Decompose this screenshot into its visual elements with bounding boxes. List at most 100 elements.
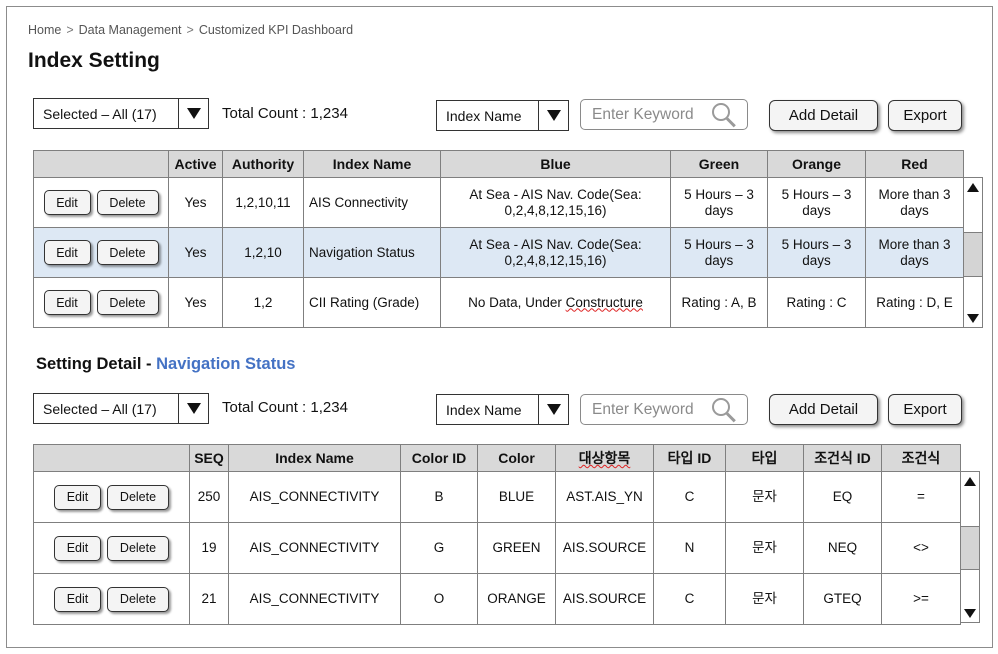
detail-keyword-input[interactable]: Enter Keyword bbox=[580, 394, 748, 425]
cell-condition-id: EQ bbox=[803, 471, 882, 523]
column-header-green[interactable]: Green bbox=[670, 150, 768, 178]
detail-filter-value: Selected – All (17) bbox=[43, 400, 157, 417]
breadcrumb-current: Customized KPI Dashboard bbox=[198, 23, 354, 37]
breadcrumb-separator: > bbox=[66, 23, 74, 37]
cell-orange: 5 Hours – 3 days bbox=[767, 227, 866, 278]
edit-button[interactable]: Edit bbox=[43, 240, 91, 265]
edit-button[interactable]: Edit bbox=[43, 190, 91, 215]
cell-condition: <> bbox=[881, 522, 961, 574]
breadcrumb-separator: > bbox=[186, 23, 194, 37]
cell-authority: 1,2,10,11 bbox=[222, 177, 304, 228]
detail-search-field-select[interactable]: Index Name bbox=[436, 394, 569, 425]
detail-table: SEQ Index Name Color ID Color 대상항목 타입 ID… bbox=[33, 444, 961, 625]
scroll-up-button[interactable] bbox=[964, 178, 982, 196]
search-icon[interactable] bbox=[711, 102, 737, 128]
detail-table-scrollbar[interactable] bbox=[960, 471, 980, 623]
cell-index-name: CII Rating (Grade) bbox=[303, 277, 441, 328]
cell-index-name: AIS_CONNECTIVITY bbox=[228, 573, 401, 625]
cell-color-id: G bbox=[400, 522, 478, 574]
cell-target: AIS.SOURCE bbox=[555, 573, 654, 625]
column-header-red[interactable]: Red bbox=[865, 150, 964, 178]
cell-seq: 250 bbox=[189, 471, 229, 523]
cell-condition-id: GTEQ bbox=[803, 573, 882, 625]
delete-button[interactable]: Delete bbox=[107, 484, 169, 510]
cell-active: Yes bbox=[168, 227, 223, 278]
dropdown-arrow-icon[interactable] bbox=[178, 99, 208, 128]
table-row[interactable]: Edit Delete Yes 1,2 CII Rating (Grade) N… bbox=[33, 277, 964, 328]
dropdown-arrow-icon[interactable] bbox=[538, 101, 568, 130]
table-row[interactable]: Edit Delete Yes 1,2,10,11 AIS Connectivi… bbox=[33, 177, 964, 228]
detail-total-count: Total Count : 1,234 bbox=[222, 399, 348, 416]
table-row-selected[interactable]: Edit Delete Yes 1,2,10 Navigation Status… bbox=[33, 227, 964, 278]
index-search-field-select[interactable]: Index Name bbox=[436, 100, 569, 131]
column-header-condition[interactable]: 조건식 bbox=[881, 444, 961, 472]
cell-green: Rating : A, B bbox=[670, 277, 768, 328]
search-icon[interactable] bbox=[711, 397, 737, 423]
spellcheck-word: Constructure bbox=[565, 294, 643, 310]
delete-button[interactable]: Delete bbox=[96, 290, 159, 315]
table-row[interactable]: Edit Delete 21 AIS_CONNECTIVITY O ORANGE… bbox=[33, 573, 961, 625]
column-header-index-name[interactable]: Index Name bbox=[228, 444, 401, 472]
breadcrumb: Home > Data Management > Customized KPI Dash… bbox=[28, 23, 353, 37]
column-header-type-id[interactable]: 타입 ID bbox=[653, 444, 726, 472]
cell-index-name: AIS_CONNECTIVITY bbox=[228, 471, 401, 523]
detail-section-title: Setting Detail - Navigation Status bbox=[36, 355, 295, 374]
detail-add-detail-button[interactable]: Add Detail bbox=[769, 394, 878, 425]
cell-type: 문자 bbox=[725, 522, 804, 574]
export-button[interactable]: Export bbox=[888, 100, 962, 131]
column-header-orange[interactable]: Orange bbox=[767, 150, 866, 178]
scroll-up-button[interactable] bbox=[961, 472, 979, 490]
column-header-authority[interactable]: Authority bbox=[222, 150, 304, 178]
cell-active: Yes bbox=[168, 277, 223, 328]
dropdown-arrow-icon[interactable] bbox=[178, 394, 208, 423]
index-total-count: Total Count : 1,234 bbox=[222, 105, 348, 122]
table-row[interactable]: Edit Delete 19 AIS_CONNECTIVITY G GREEN … bbox=[33, 522, 961, 574]
column-header-color[interactable]: Color bbox=[477, 444, 556, 472]
cell-index-name: Navigation Status bbox=[303, 227, 441, 278]
column-header-seq[interactable]: SEQ bbox=[189, 444, 229, 472]
dropdown-arrow-icon[interactable] bbox=[538, 395, 568, 424]
delete-button[interactable]: Delete bbox=[96, 240, 159, 265]
scrollbar-thumb[interactable] bbox=[964, 232, 982, 277]
column-header-type[interactable]: 타입 bbox=[725, 444, 804, 472]
scroll-down-button[interactable] bbox=[964, 309, 982, 327]
cell-color-id: B bbox=[400, 471, 478, 523]
column-header-target[interactable]: 대상항목 bbox=[555, 444, 654, 472]
column-header-index-name[interactable]: Index Name bbox=[303, 150, 441, 178]
index-keyword-input[interactable]: Enter Keyword bbox=[580, 99, 748, 130]
cell-condition: = bbox=[881, 471, 961, 523]
cell-seq: 19 bbox=[189, 522, 229, 574]
cell-active: Yes bbox=[168, 177, 223, 228]
cell-type-id: C bbox=[653, 471, 726, 523]
column-header-color-id[interactable]: Color ID bbox=[400, 444, 478, 472]
add-detail-button[interactable]: Add Detail bbox=[769, 100, 878, 131]
column-header-active[interactable]: Active bbox=[168, 150, 223, 178]
column-header-actions bbox=[33, 150, 169, 178]
index-table: Active Authority Index Name Blue Green O… bbox=[33, 150, 964, 328]
cell-orange: Rating : C bbox=[767, 277, 866, 328]
edit-button[interactable]: Edit bbox=[54, 484, 101, 510]
edit-button[interactable]: Edit bbox=[54, 535, 101, 561]
cell-target: AIS.SOURCE bbox=[555, 522, 654, 574]
edit-button[interactable]: Edit bbox=[43, 290, 91, 315]
index-filter-select[interactable]: Selected – All (17) bbox=[33, 98, 209, 129]
cell-type-id: N bbox=[653, 522, 726, 574]
column-header-actions bbox=[33, 444, 190, 472]
edit-button[interactable]: Edit bbox=[54, 586, 101, 612]
table-row[interactable]: Edit Delete 250 AIS_CONNECTIVITY B BLUE … bbox=[33, 471, 961, 523]
column-header-condition-id[interactable]: 조건식 ID bbox=[803, 444, 882, 472]
delete-button[interactable]: Delete bbox=[107, 535, 169, 561]
detail-filter-select[interactable]: Selected – All (17) bbox=[33, 393, 209, 424]
detail-export-button[interactable]: Export bbox=[888, 394, 962, 425]
delete-button[interactable]: Delete bbox=[96, 190, 159, 215]
delete-button[interactable]: Delete bbox=[107, 586, 169, 612]
cell-authority: 1,2 bbox=[222, 277, 304, 328]
index-table-scrollbar[interactable] bbox=[963, 177, 983, 328]
column-header-blue[interactable]: Blue bbox=[440, 150, 671, 178]
breadcrumb-data-management[interactable]: Data Management bbox=[79, 23, 182, 37]
scroll-down-button[interactable] bbox=[961, 604, 979, 622]
index-keyword-placeholder: Enter Keyword bbox=[592, 105, 694, 123]
cell-blue: At Sea - AIS Nav. Code(Sea: 0,2,4,8,12,1… bbox=[440, 177, 671, 228]
breadcrumb-home[interactable]: Home bbox=[28, 23, 61, 37]
scrollbar-thumb[interactable] bbox=[961, 526, 979, 570]
